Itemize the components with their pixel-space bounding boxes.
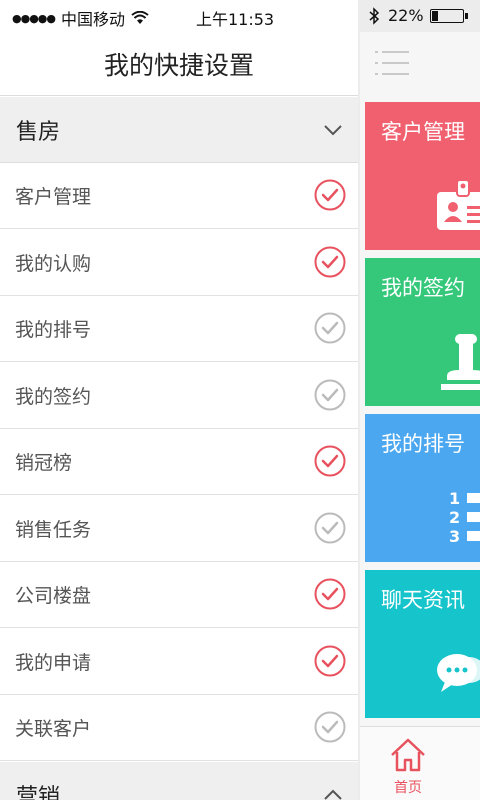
battery-fill [431,10,439,21]
id-card-icon [437,179,480,230]
list-item-label: 我的申请 [15,651,92,674]
check-circle-icon[interactable] [314,179,346,211]
chevron-up-icon [324,789,342,800]
list-item[interactable]: 销售任务 [0,495,358,562]
section-label: 营销 [16,784,61,800]
check-circle-outline-icon[interactable] [314,711,346,743]
status-time: 上午11:53 [196,10,275,29]
list-item[interactable]: 我的申请 [0,628,358,695]
section-header-marketing[interactable]: 营销 [0,762,358,800]
signal-dots-icon: ●●●●● [12,11,56,25]
check-circle-outline-icon[interactable] [314,312,346,344]
battery-percent: 22% [388,6,424,25]
check-circle-outline-icon[interactable] [314,379,346,411]
list-item-label: 销售任务 [15,518,92,541]
list-item[interactable]: 客户管理 [0,163,358,229]
chat-bubbles-icon [437,654,480,692]
list-item[interactable]: 关联客户 [0,695,358,761]
list-item-label: 我的排号 [15,319,92,341]
list-item[interactable]: 公司楼盘 [0,562,358,628]
check-circle-icon[interactable] [314,578,346,610]
check-circle-icon[interactable] [314,645,346,677]
svg-text:2: 2 [449,508,460,527]
stamp-icon [441,334,480,390]
list-item-label: 公司楼盘 [15,585,92,607]
tile-label: 我的排号 [381,432,465,456]
tab-bar: 首页 [360,726,480,800]
page-title: 我的快捷设置 [0,32,358,96]
tile-my-queue-number[interactable]: 我的排号 1 2 3 [365,414,480,562]
status-bar: ●●●●● 中国移动 上午11:53 22% [0,0,480,32]
wifi-icon [131,11,149,24]
tile-my-contracts[interactable]: 我的签约 [365,258,480,406]
list-item-label: 我的认购 [15,252,92,275]
status-left: ●●●●● 中国移动 [12,6,149,30]
status-right: 22% [368,6,468,25]
tile-chat-news[interactable]: 聊天资讯 [365,570,480,718]
section-label: 售房 [16,119,61,145]
section-header-sales[interactable]: 售房 [0,97,358,163]
tile-label: 客户管理 [381,120,465,144]
check-circle-icon[interactable] [314,246,346,278]
tile-label: 聊天资讯 [381,588,465,612]
check-circle-outline-icon[interactable] [314,512,346,544]
menu-icon[interactable] [375,48,409,78]
tile-label: 我的签约 [381,276,465,300]
svg-text:3: 3 [449,527,460,544]
battery-icon [429,8,468,23]
home-icon[interactable] [388,735,428,775]
settings-panel: 我的快捷设置 售房 客户管理我的认购我的排号我的签约销冠榜销售任务公司楼盘我的申… [0,0,358,800]
list-item[interactable]: 销冠榜 [0,429,358,495]
carrier-name: 中国移动 [61,10,126,29]
numbered-list-icon: 1 2 3 [449,489,480,544]
tile-customer-management[interactable]: 客户管理 [365,102,480,250]
check-circle-icon[interactable] [314,445,346,477]
list-item-label: 我的签约 [15,385,92,408]
tab-home-label[interactable]: 首页 [394,777,422,797]
chevron-down-icon [324,125,342,136]
svg-text:1: 1 [449,489,460,508]
list-item[interactable]: 我的排号 [0,296,358,362]
list-item-label: 关联客户 [15,718,92,740]
list-item-label: 客户管理 [15,186,92,208]
home-preview-panel: 客户管理 我的签约 我的排号 1 2 3 聊天资讯 [360,32,480,800]
list-item[interactable]: 我的签约 [0,362,358,429]
list-item[interactable]: 我的认购 [0,229,358,296]
bluetooth-icon [369,6,380,25]
list-item-label: 销冠榜 [15,452,73,474]
